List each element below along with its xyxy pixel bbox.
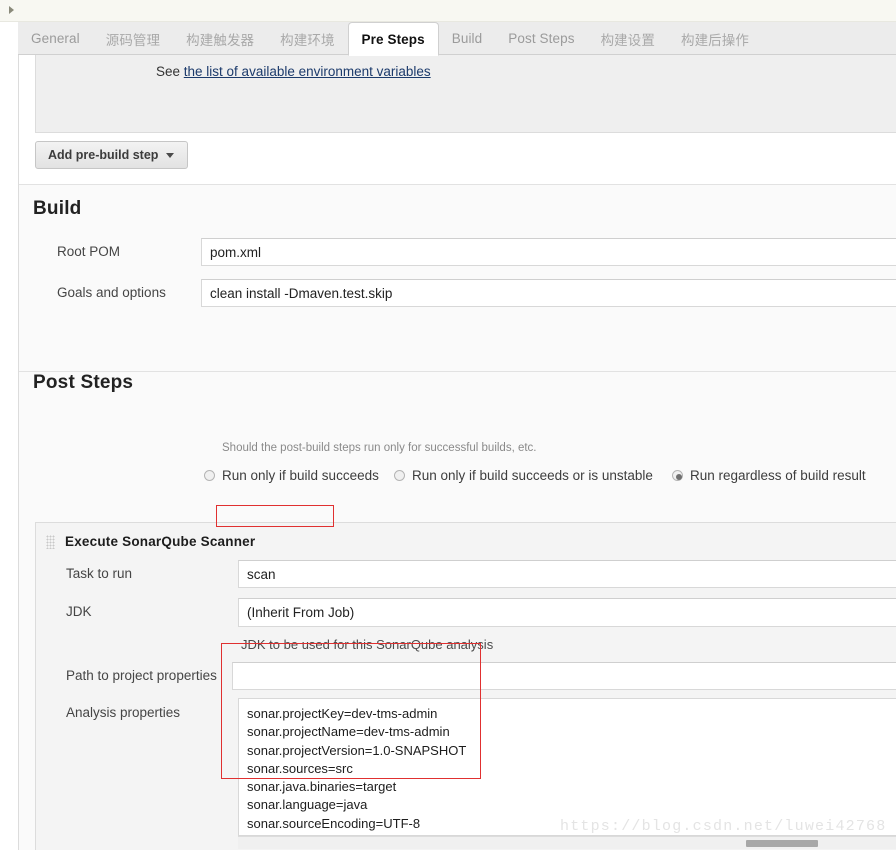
top-strip	[0, 0, 896, 22]
jdk-select[interactable]: (Inherit From Job)	[238, 598, 896, 627]
expand-arrow-icon[interactable]	[9, 6, 14, 14]
radio-label-regardless: Run regardless of build result	[690, 468, 866, 483]
radio-icon-regardless[interactable]	[672, 470, 683, 481]
radio-run-only-if-succeeds-or-unstable[interactable]: Run only if build succeeds or is unstabl…	[394, 468, 653, 483]
root-pom-input[interactable]: pom.xml	[201, 238, 896, 266]
post-steps-section-title: Post Steps	[33, 372, 134, 393]
env-variables-link[interactable]: the list of available environment variab…	[184, 64, 431, 79]
add-pre-build-step-button[interactable]: Add pre-build step	[35, 141, 189, 169]
analysis-properties-label: Analysis properties	[66, 705, 181, 720]
watermark-text: https://blog.csdn.net/luwei42768	[560, 818, 887, 835]
radio-run-regardless-of-build-result[interactable]: Run regardless of build result	[672, 468, 866, 483]
tab-post-build-actions[interactable]: 构建后操作	[668, 22, 762, 55]
drag-handle-icon[interactable]	[46, 535, 55, 549]
post-steps-help-text: Should the post-build steps run only for…	[222, 442, 537, 454]
execute-sonarqube-scanner-panel: Execute SonarQube Scanner Task to run sc…	[35, 522, 896, 850]
config-form-body: See the list of available environment va…	[18, 55, 896, 850]
tab-build-environment[interactable]: 构建环境	[267, 22, 347, 55]
radio-label-unstable: Run only if build succeeds or is unstabl…	[412, 468, 653, 483]
tab-build-settings[interactable]: 构建设置	[588, 22, 668, 55]
tab-build-triggers[interactable]: 构建触发器	[173, 22, 267, 55]
task-to-run-label: Task to run	[66, 566, 133, 581]
jdk-help-text: JDK to be used for this SonarQube analys…	[241, 637, 494, 652]
radio-icon-succeeds[interactable]	[204, 470, 215, 481]
sonarqube-scanner-title: Execute SonarQube Scanner	[65, 534, 256, 549]
radio-label-succeeds: Run only if build succeeds	[222, 468, 379, 483]
config-tab-bar: General 源码管理 构建触发器 构建环境 Pre Steps Build …	[18, 22, 762, 56]
goals-and-options-input[interactable]: clean install -Dmaven.test.skip	[201, 279, 896, 307]
tab-pre-steps[interactable]: Pre Steps	[347, 22, 439, 56]
pre-build-steps-panel: See the list of available environment va…	[35, 55, 896, 133]
analysis-properties-hscrollbar[interactable]	[238, 836, 896, 849]
radio-run-only-if-build-succeeds[interactable]: Run only if build succeeds	[204, 468, 379, 483]
jdk-label: JDK	[66, 604, 92, 619]
task-to-run-input[interactable]: scan	[238, 560, 896, 588]
build-section-title: Build	[33, 198, 82, 219]
scrollbar-thumb[interactable]	[746, 840, 818, 847]
tab-build[interactable]: Build	[439, 22, 496, 55]
chevron-down-icon	[166, 152, 175, 158]
path-to-project-properties-input[interactable]	[232, 662, 896, 690]
path-to-project-properties-label: Path to project properties	[66, 668, 217, 683]
build-section	[19, 185, 896, 371]
analysis-properties-textarea[interactable]: sonar.projectKey=dev-tms-admin sonar.pro…	[238, 698, 896, 836]
tab-post-steps[interactable]: Post Steps	[495, 22, 587, 55]
jenkins-job-config-page: General 源码管理 构建触发器 构建环境 Pre Steps Build …	[0, 0, 896, 850]
add-pre-build-step-label: Add pre-build step	[48, 148, 159, 162]
radio-icon-unstable[interactable]	[394, 470, 405, 481]
post-steps-run-condition-group: Run only if build succeeds Run only if b…	[19, 468, 896, 488]
root-pom-label: Root POM	[57, 244, 121, 259]
tab-source-management[interactable]: 源码管理	[93, 22, 173, 55]
see-prefix-text: See	[156, 64, 184, 79]
env-variables-hint: See the list of available environment va…	[156, 64, 431, 79]
tab-general[interactable]: General	[18, 22, 93, 55]
goals-and-options-label: Goals and options	[57, 285, 166, 300]
